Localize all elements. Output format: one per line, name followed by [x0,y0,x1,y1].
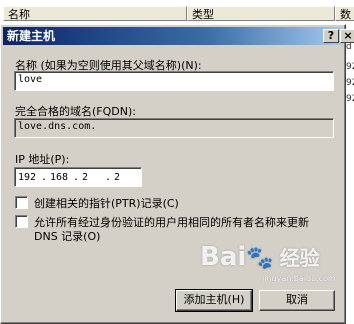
list-fragment: 92 [346,94,354,104]
list-fragment: d [346,42,352,52]
ip-separator: . [104,171,112,183]
paw-icon: 🐾 [246,246,274,271]
allow-update-label-line2[interactable]: DNS 记录(O) [34,228,100,244]
ptr-checkbox-label[interactable]: 创建相关的指针(PTR)记录(C) [34,195,179,211]
baidu-jingyan-watermark: Bai🐾 经验 [200,242,320,272]
ip-octet-4[interactable]: 2 [114,172,134,183]
name-input[interactable]: love [14,71,334,91]
title-bar[interactable]: 新建主机 ? × [3,27,354,45]
column-header-name[interactable]: 名称 [3,6,187,21]
list-fragment: 92 [346,62,354,72]
ip-separator: . [40,171,48,183]
help-button[interactable]: ? [323,29,339,43]
column-header-data[interactable]: 数 [335,6,354,21]
fqdn-label: 完全合格的域名(FQDN): [15,105,136,118]
ip-octet-1[interactable]: 192 [18,172,38,183]
fqdn-field: love.dns.com. [14,118,334,138]
allow-update-checkbox[interactable] [15,215,28,228]
ip-label: IP 地址(P): [15,153,70,166]
watermark-url: jingyan.baidu.com [262,274,336,283]
list-fragment: 92 [346,78,354,88]
ptr-checkbox[interactable] [15,196,28,209]
ip-separator: . [72,171,80,183]
ip-octet-3[interactable]: 2 [82,172,102,183]
watermark-brand: Bai [200,242,247,272]
ip-address-input[interactable]: 192 . 168 . 2 . 2 [14,167,142,187]
close-button[interactable]: × [340,29,354,43]
add-host-button[interactable]: 添加主机(H) [175,289,253,312]
column-header-type[interactable]: 类型 [187,6,335,21]
dialog-title: 新建主机 [7,29,56,43]
cancel-button[interactable]: 取消 [259,290,335,311]
list-header: 名称 类型 数 [0,6,354,23]
watermark-cn: 经验 [279,246,320,270]
ip-octet-2[interactable]: 168 [50,172,70,183]
